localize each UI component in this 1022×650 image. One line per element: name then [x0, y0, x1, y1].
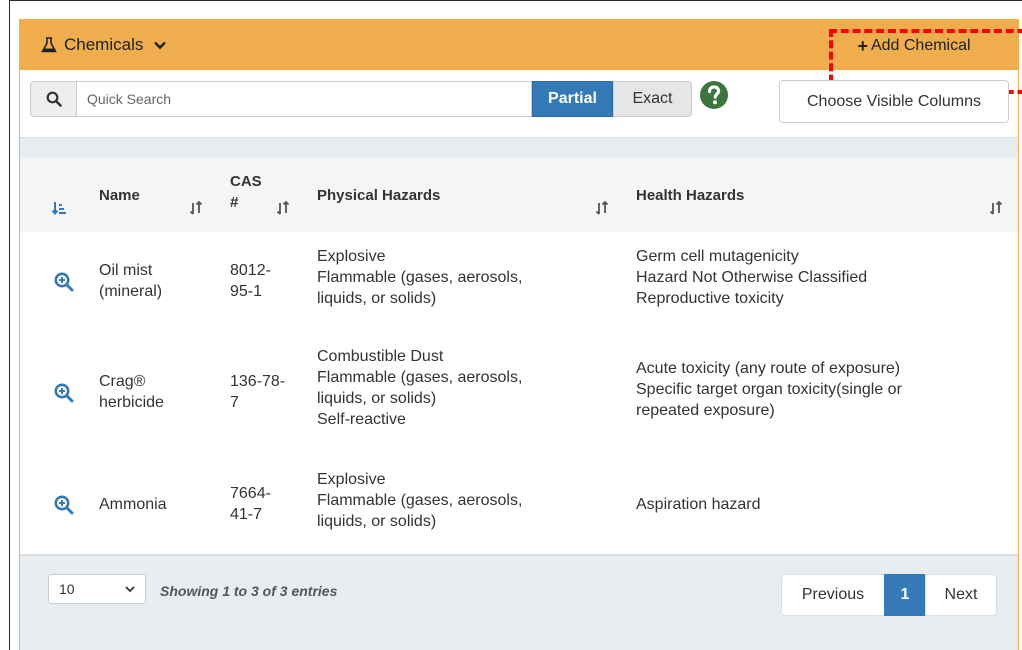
zoom-in-icon[interactable] [54, 383, 74, 403]
panel-header: Chemicals + Add Chemical [20, 20, 1018, 70]
cell-cas-line: 8012- [230, 262, 271, 279]
hazard-line: Explosive [317, 471, 386, 488]
page-length-value: 10 [59, 581, 75, 597]
sort-icon[interactable] [989, 201, 1003, 215]
table-header: Name CAS # Physical Hazards Health Hazar… [20, 158, 1018, 233]
cell-health-hazards: Acute toxicity (any route of exposure) S… [636, 358, 902, 421]
hazard-line: liquids, or solids) [317, 513, 437, 530]
hazard-line: Flammable (gases, aerosols, [317, 369, 523, 386]
cell-cas: 7664- 41-7 [230, 483, 271, 525]
previous-page-button[interactable]: Previous [781, 574, 885, 616]
partial-match-button[interactable]: Partial [532, 81, 613, 117]
hazard-line: Flammable (gases, aerosols, [317, 269, 523, 286]
hazard-line: Germ cell mutagenicity [636, 248, 799, 265]
hazard-line: Specific target organ toxicity(single or [636, 381, 902, 398]
zoom-in-icon[interactable] [54, 272, 74, 292]
page-1-button[interactable]: 1 [884, 574, 926, 616]
column-header-name[interactable]: Name [99, 187, 140, 204]
cell-physical-hazards: Combustible Dust Flammable (gases, aeros… [317, 346, 522, 430]
column-header-physical-hazards[interactable]: Physical Hazards [317, 187, 440, 204]
sort-icon[interactable] [189, 201, 203, 215]
cell-name-line: herbicide [99, 394, 164, 411]
chevron-down-icon [154, 41, 167, 50]
hazard-line: Combustible Dust [317, 348, 444, 365]
cell-name-line: Oil mist [99, 262, 153, 279]
cell-cas-line: 7 [230, 394, 239, 411]
column-header-health-hazards[interactable]: Health Hazards [636, 187, 744, 204]
hazard-line: repeated exposure) [636, 402, 775, 419]
cell-cas-line: 95-1 [230, 283, 263, 300]
add-chemical-label: Add Chemical [870, 37, 971, 54]
page-length-select[interactable]: 10 [48, 574, 146, 604]
table-row: Oil mist (mineral) 8012- 95-1 Explosive … [20, 232, 1018, 332]
add-chemical-button[interactable]: + Add Chemical [828, 28, 1000, 64]
hazard-line: Aspiration hazard [636, 496, 761, 513]
cell-health-hazards: Germ cell mutagenicity Hazard Not Otherw… [636, 246, 867, 309]
chevron-down-icon [125, 586, 135, 593]
cell-name-line: Ammonia [99, 496, 167, 513]
exact-match-button[interactable]: Exact [613, 81, 692, 117]
question-circle-icon[interactable] [699, 80, 729, 110]
sort-icon[interactable] [276, 201, 290, 215]
hazard-line: Hazard Not Otherwise Classified [636, 269, 868, 286]
table-footer: 10 Showing 1 to 3 of 3 entries Previous … [20, 555, 1018, 650]
cell-physical-hazards: Explosive Flammable (gases, aerosols, li… [317, 469, 522, 532]
cell-name: Crag® herbicide [99, 371, 164, 413]
cell-physical-hazards: Explosive Flammable (gases, aerosols, li… [317, 246, 522, 309]
hazard-line: Self-reactive [317, 411, 406, 428]
chemicals-table: Name CAS # Physical Hazards Health Hazar… [20, 137, 1018, 556]
cell-cas: 136-78- 7 [230, 371, 285, 413]
plus-icon: + [857, 35, 868, 56]
column-header-cas-line1[interactable]: CAS [230, 173, 262, 190]
cell-name: Oil mist (mineral) [99, 260, 162, 302]
sort-icon[interactable] [595, 201, 609, 215]
next-page-button[interactable]: Next [925, 574, 997, 616]
cell-cas-line: 7664- [230, 485, 271, 502]
window-top-border [9, 0, 1022, 1]
choose-visible-columns-button[interactable]: Choose Visible Columns [779, 80, 1009, 123]
hazard-line: Acute toxicity (any route of exposure) [636, 360, 901, 377]
entries-info: Showing 1 to 3 of 3 entries [160, 583, 338, 599]
hazard-line: Reproductive toxicity [636, 290, 784, 307]
cell-cas-line: 136-78- [230, 373, 286, 390]
table-header-spacer [20, 138, 1018, 158]
search-icon-addon [30, 81, 77, 117]
hazard-line: Explosive [317, 248, 386, 265]
flask-icon [41, 37, 57, 53]
cell-name-line: Crag® [99, 373, 146, 390]
column-header-cas-line2[interactable]: # [230, 194, 238, 211]
zoom-in-icon[interactable] [54, 495, 74, 515]
window-left-border [9, 0, 10, 650]
sort-icon[interactable] [52, 201, 66, 215]
hazard-line: Flammable (gases, aerosols, [317, 492, 523, 509]
chemicals-dropdown-toggle[interactable]: Chemicals [40, 20, 167, 70]
panel-title: Chemicals [64, 35, 144, 54]
cell-cas: 8012- 95-1 [230, 260, 271, 302]
table-row: Ammonia 7664- 41-7 Explosive Flammable (… [20, 455, 1018, 555]
cell-health-hazards: Aspiration hazard [636, 494, 761, 515]
cell-name-line: (mineral) [99, 283, 163, 300]
search-icon [46, 91, 62, 107]
table-row: Crag® herbicide 136-78- 7 Combustible Du… [20, 331, 1018, 456]
hazard-line: liquids, or solids) [317, 390, 437, 407]
cell-name: Ammonia [99, 494, 167, 515]
hazard-line: liquids, or solids) [317, 290, 437, 307]
cell-cas-line: 41-7 [230, 506, 263, 523]
quick-search-input[interactable] [76, 81, 532, 117]
